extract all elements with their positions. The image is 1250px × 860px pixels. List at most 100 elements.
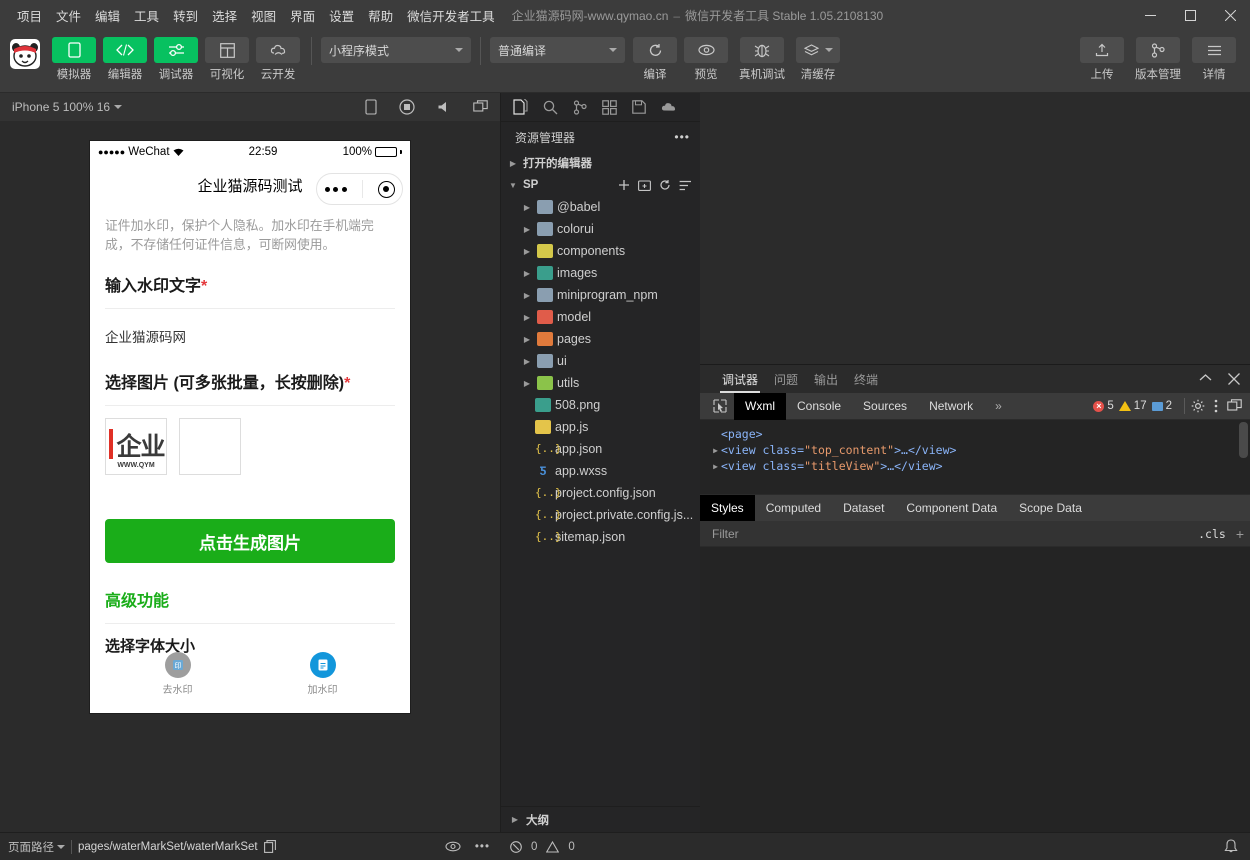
bell-icon[interactable] bbox=[1224, 839, 1238, 854]
add-rule-button[interactable]: + bbox=[1236, 526, 1244, 542]
tree-item-file[interactable]: {..} app.json bbox=[501, 438, 700, 460]
style-tab-dataset[interactable]: Dataset bbox=[832, 495, 895, 522]
toolbar-button-clearcache[interactable]: 清缓存 bbox=[794, 37, 842, 82]
collapse-icon[interactable] bbox=[1199, 373, 1212, 385]
new-file-icon[interactable] bbox=[618, 179, 630, 191]
panel-tab-terminal[interactable]: 终端 bbox=[846, 365, 886, 393]
menu-item-devtools[interactable]: 微信开发者工具 bbox=[400, 2, 502, 29]
tree-item-folder[interactable]: ▶ pages bbox=[501, 328, 700, 350]
panel-tab-problems[interactable]: 问题 bbox=[766, 365, 806, 393]
menu-item-select[interactable]: 选择 bbox=[205, 2, 244, 29]
tree-item-folder[interactable]: ▶ ui bbox=[501, 350, 700, 372]
issue-counts[interactable]: × 5 17 2 bbox=[1093, 400, 1178, 412]
record-icon[interactable] bbox=[399, 99, 415, 115]
wxml-line[interactable]: ▶<view class="titleView">…</view> bbox=[710, 458, 1250, 474]
close-target-icon[interactable] bbox=[378, 181, 395, 198]
kebab-menu-icon[interactable] bbox=[1214, 399, 1218, 413]
toolbar-button-realdebug[interactable]: 真机调试 bbox=[733, 37, 791, 82]
devtools-tab-network[interactable]: Network bbox=[918, 393, 984, 420]
window-icon[interactable] bbox=[473, 100, 488, 114]
watermark-text-input[interactable]: 企业猫源码网 bbox=[105, 309, 395, 363]
menu-item-interface[interactable]: 界面 bbox=[283, 2, 322, 29]
tree-item-folder[interactable]: ▶ utils bbox=[501, 372, 700, 394]
new-folder-icon[interactable] bbox=[638, 179, 651, 191]
toolbar-button-compile[interactable]: 编译 bbox=[631, 37, 679, 82]
style-tab-component-data[interactable]: Component Data bbox=[895, 495, 1008, 522]
devtools-tab-sources[interactable]: Sources bbox=[852, 393, 918, 420]
error-count[interactable]: × 5 bbox=[1093, 400, 1113, 412]
tree-item-folder[interactable]: ▶ components bbox=[501, 240, 700, 262]
inspect-element-icon[interactable] bbox=[706, 399, 734, 413]
device-select[interactable]: iPhone 5 100% 16 bbox=[12, 100, 122, 114]
devtools-tab-console[interactable]: Console bbox=[786, 393, 852, 420]
compile-mode-select[interactable]: 普通编译 bbox=[490, 37, 625, 63]
tree-item-file[interactable]: 508.png bbox=[501, 394, 700, 416]
tree-item-file[interactable]: Ƽ app.wxss bbox=[501, 460, 700, 482]
outline-section[interactable]: ▶ 大纲 bbox=[501, 806, 700, 832]
menu-item-tools[interactable]: 工具 bbox=[127, 2, 166, 29]
toolbar-button-debugger[interactable]: 调试器 bbox=[152, 37, 200, 82]
mode-select[interactable]: 小程序模式 bbox=[321, 37, 471, 63]
toolbar-button-visual[interactable]: 可视化 bbox=[203, 37, 251, 82]
style-rules-area[interactable] bbox=[700, 547, 1250, 832]
menu-item-help[interactable]: 帮助 bbox=[361, 2, 400, 29]
tree-item-folder[interactable]: ▶ miniprogram_npm bbox=[501, 284, 700, 306]
tool-add-watermark[interactable]: 加水印 bbox=[308, 652, 338, 696]
cls-toggle[interactable]: .cls bbox=[1198, 527, 1226, 541]
image-thumbnail[interactable]: 企业 WWW.QYM bbox=[105, 418, 167, 475]
style-tab-styles[interactable]: Styles bbox=[700, 495, 755, 522]
gear-icon[interactable] bbox=[1191, 399, 1205, 413]
device-rotate-icon[interactable] bbox=[365, 99, 377, 115]
dock-icon[interactable] bbox=[1227, 399, 1242, 413]
source-control-icon[interactable] bbox=[573, 100, 587, 115]
search-icon[interactable] bbox=[543, 100, 558, 115]
tree-item-folder[interactable]: ▶ images bbox=[501, 262, 700, 284]
toolbar-button-simulator[interactable]: 模拟器 bbox=[50, 37, 98, 82]
collapse-icon[interactable] bbox=[679, 180, 692, 191]
style-filter-input[interactable]: Filter bbox=[712, 527, 1198, 541]
menu-item-project[interactable]: 项目 bbox=[10, 2, 49, 29]
toolbar-button-upload[interactable]: 上传 bbox=[1078, 37, 1126, 82]
tree-item-file[interactable]: app.js bbox=[501, 416, 700, 438]
add-image-button[interactable] bbox=[179, 418, 241, 475]
extensions-icon[interactable] bbox=[602, 100, 617, 115]
toolbar-button-preview[interactable]: 预览 bbox=[682, 37, 730, 82]
generate-image-button[interactable]: 点击生成图片 bbox=[105, 519, 395, 563]
editor-area[interactable] bbox=[700, 93, 1250, 364]
volume-icon[interactable] bbox=[437, 100, 451, 114]
toolbar-button-version[interactable]: 版本管理 bbox=[1129, 37, 1187, 82]
eye-icon[interactable] bbox=[445, 841, 461, 852]
page-path-select[interactable]: 页面路径 bbox=[8, 839, 65, 855]
wxml-scrollbar[interactable] bbox=[1239, 422, 1248, 458]
wxml-tree-view[interactable]: <page> ▶<view class="top_content">…</vie… bbox=[700, 420, 1250, 494]
tree-item-file[interactable]: {..} sitemap.json bbox=[501, 526, 700, 548]
more-icon[interactable]: ••• bbox=[674, 130, 690, 144]
menu-item-file[interactable]: 文件 bbox=[49, 2, 88, 29]
devtools-tab-wxml[interactable]: Wxml bbox=[734, 393, 786, 420]
toolbar-button-details[interactable]: 详情 bbox=[1190, 37, 1238, 82]
toolbar-button-editor[interactable]: 编辑器 bbox=[101, 37, 149, 82]
chevron-right-icon[interactable]: ▶ bbox=[710, 446, 721, 455]
tool-remove-watermark[interactable]: 印 去水印 bbox=[163, 652, 193, 696]
refresh-icon[interactable] bbox=[659, 179, 671, 191]
devtools-tab-overflow[interactable]: » bbox=[984, 393, 1013, 420]
info-count[interactable]: 2 bbox=[1152, 400, 1172, 412]
tree-item-folder[interactable]: ▶ colorui bbox=[501, 218, 700, 240]
wxml-line[interactable]: ▶<view class="top_content">…</view> bbox=[710, 442, 1250, 458]
copy-icon[interactable] bbox=[264, 840, 276, 853]
menu-item-edit[interactable]: 编辑 bbox=[88, 2, 127, 29]
panel-tab-debugger[interactable]: 调试器 bbox=[714, 365, 766, 393]
more-icon[interactable]: ••• bbox=[475, 841, 490, 853]
close-button[interactable] bbox=[1210, 0, 1250, 31]
tree-section-open-editors[interactable]: ▶ 打开的编辑器 bbox=[501, 152, 700, 174]
style-tab-computed[interactable]: Computed bbox=[755, 495, 832, 522]
menu-item-goto[interactable]: 转到 bbox=[166, 2, 205, 29]
wechat-capsule-menu[interactable] bbox=[316, 173, 403, 205]
files-icon[interactable] bbox=[513, 99, 528, 115]
menu-item-view[interactable]: 视图 bbox=[244, 2, 283, 29]
tree-item-file[interactable]: {..} project.config.json bbox=[501, 482, 700, 504]
chevron-right-icon[interactable]: ▶ bbox=[710, 462, 721, 471]
cloud-icon[interactable] bbox=[661, 101, 677, 113]
wxml-line[interactable]: <page> bbox=[710, 426, 1250, 442]
tree-item-folder[interactable]: ▶ @babel bbox=[501, 196, 700, 218]
